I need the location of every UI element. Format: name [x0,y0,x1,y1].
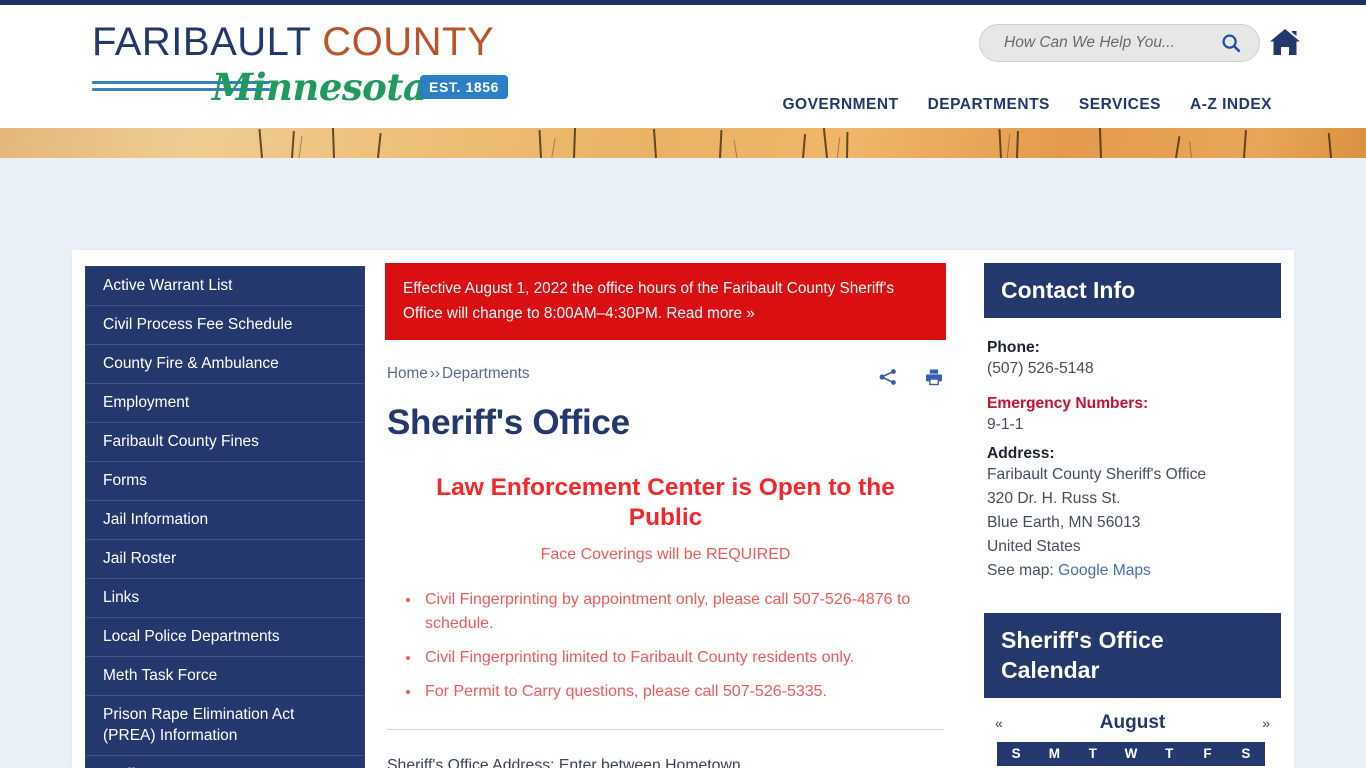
contact-map-row: See map: Google Maps [987,559,1278,583]
calendar-dayname-sun: S [997,742,1036,766]
site-logo[interactable]: FARIBAULT COUNTY Minnesota EST. 1856 [92,19,532,109]
sidebar-item-local-police-departments[interactable]: Local Police Departments [86,618,364,657]
contact-emergency-label: Emergency Numbers: [987,395,1149,412]
sidebar-item-meth-task-force[interactable]: Meth Task Force [86,657,364,696]
main-content: Effective August 1, 2022 the office hour… [365,250,964,768]
logo-county: COUNTY [322,20,495,64]
alert-read-more-link[interactable]: Read more » [666,305,754,322]
address-paragraph: Sheriff's Office Address: Enter between … [387,757,741,768]
breadcrumb-home[interactable]: Home [387,365,428,382]
breadcrumb: Home ›› Departments [387,365,530,383]
nav-item-a-z-index[interactable]: A-Z INDEX [1190,96,1272,114]
home-button[interactable] [1268,25,1302,59]
calendar-dayname-fri: F [1188,742,1227,766]
content-card: Active Warrant List Civil Process Fee Sc… [72,250,1294,768]
sidebar-item-prea-information[interactable]: Prison Rape Elimination Act (PREA) Infor… [86,696,364,756]
calendar-panel: Sheriff's Office Calendar « August » S M… [984,613,1281,768]
calendar-title: Sheriff's Office Calendar [984,613,1281,698]
content-heading-open-to-public: Law Enforcement Center is Open to the Pu… [436,474,895,531]
logo-wordmark: FARIBAULT COUNTY [92,19,532,65]
logo-faribault: FARIBAULT [92,20,311,64]
sidebar-item-civil-process-fee[interactable]: Civil Process Fee Schedule [86,306,364,345]
contact-address-line-2: 320 Dr. H. Russ St. [987,490,1121,507]
search-input[interactable] [980,34,1216,52]
search-icon [1222,34,1241,53]
contact-emergency-value: 9-1-1 [987,416,1024,433]
calendar-dayname-mon: M [1035,742,1074,766]
search-button[interactable] [1216,32,1262,54]
sidebar-item-active-warrant-list[interactable]: Active Warrant List [86,267,364,306]
logo-est-badge: EST. 1856 [420,75,508,99]
calendar-dayname-sat: S [1226,742,1265,766]
sidebar-item-links[interactable]: Links [86,579,364,618]
share-button[interactable] [878,367,898,387]
calendar-dayname-tue: T [1073,742,1112,766]
nav-item-government[interactable]: GOVERNMENT [782,96,898,114]
sidebar-item-faribault-county-fines[interactable]: Faribault County Fines [86,423,364,462]
list-item: For Permit to Carry questions, please ca… [421,680,946,704]
calendar-month-label: August [1099,712,1166,733]
print-button[interactable] [924,367,944,387]
page-title: Sheriff's Office [387,403,630,442]
sidebar-item-jail-roster[interactable]: Jail Roster [86,540,364,579]
contact-info-title: Contact Info [984,263,1281,318]
calendar-dayname-wed: W [1111,742,1151,766]
section-menu: Active Warrant List Civil Process Fee Sc… [85,266,365,768]
page-background: Active Warrant List Civil Process Fee Sc… [0,158,1366,768]
share-icon [879,369,896,385]
sidebar-item-staff-contacts[interactable]: Staff Contacts [86,756,364,768]
alert-text: Effective August 1, 2022 the office hour… [403,280,895,322]
main-navigation: GOVERNMENT DEPARTMENTS SERVICES A-Z INDE… [782,96,1272,114]
breadcrumb-departments[interactable]: Departments [442,365,530,382]
sidebar-item-employment[interactable]: Employment [86,384,364,423]
list-item: Civil Fingerprinting limited to Faribaul… [421,646,946,670]
calendar-table: S M T W T F S 1 2 [997,742,1265,768]
calendar-navigation: « August » [984,698,1281,742]
content-divider [387,729,944,730]
logo-minnesota: Minnesota [212,65,427,109]
contact-phone-label: Phone: [987,339,1040,356]
sidebar-item-county-fire-ambulance[interactable]: County Fire & Ambulance [86,345,364,384]
contact-address-label: Address: [987,445,1055,462]
search-box[interactable] [979,24,1260,62]
sidebar-item-jail-information[interactable]: Jail Information [86,501,364,540]
calendar-next-button[interactable]: » [1262,715,1270,731]
right-column: Contact Info Phone: (507) 526-5148 Emerg… [964,250,1294,768]
nav-item-services[interactable]: SERVICES [1079,96,1161,114]
left-column: Active Warrant List Civil Process Fee Sc… [72,250,365,768]
contact-address-line-4: United States [987,538,1081,555]
list-item: Civil Fingerprinting by appointment only… [421,588,946,636]
calendar-dayname-thu: T [1150,742,1189,766]
contact-info-panel: Contact Info Phone: (507) 526-5148 Emerg… [984,263,1281,583]
nav-item-departments[interactable]: DEPARTMENTS [928,96,1050,114]
alert-banner: Effective August 1, 2022 the office hour… [385,263,946,340]
print-icon [926,369,942,386]
home-icon [1270,28,1300,55]
google-maps-link[interactable]: Google Maps [1058,562,1151,579]
contact-address-line-1: Faribault County Sheriff's Office [987,466,1207,483]
breadcrumb-separator: ›› [429,365,441,382]
content-subheading-face-coverings: Face Coverings will be REQUIRED [540,546,791,563]
contact-address-line-3: Blue Earth, MN 56013 [987,514,1141,531]
banner-gradient [0,128,1366,158]
site-header: FARIBAULT COUNTY Minnesota EST. 1856 GOV… [0,5,1366,128]
hero-banner-image [0,128,1366,158]
sidebar-item-forms[interactable]: Forms [86,462,364,501]
contact-map-prefix: See map: [987,562,1054,579]
calendar-header-row: S M T W T F S [997,742,1265,766]
contact-phone-value: (507) 526-5148 [987,360,1094,377]
calendar-prev-button[interactable]: « [995,715,1003,731]
notice-list: Civil Fingerprinting by appointment only… [421,588,946,704]
page-action-icons [878,365,944,387]
